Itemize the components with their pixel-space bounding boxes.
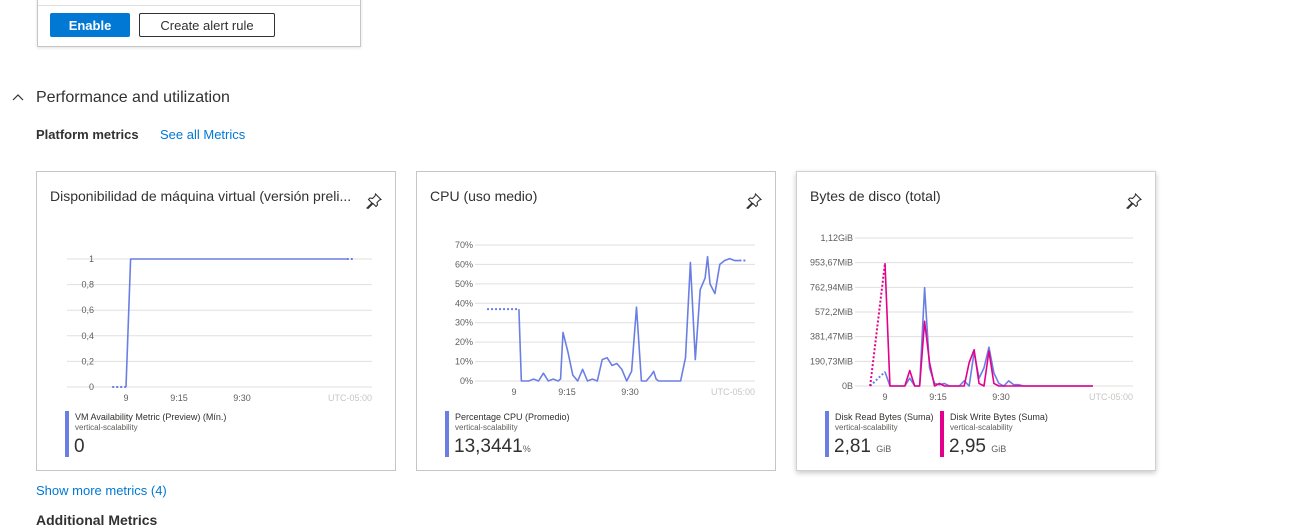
legend-resource: vertical-scalability: [835, 423, 898, 432]
y-tick-label: 20%: [455, 337, 473, 347]
legend-unit: GiB: [991, 444, 1007, 454]
legend-color-bar: [445, 411, 449, 457]
y-tick-label: 0,6: [81, 305, 94, 315]
y-tick-label: 0: [89, 382, 94, 392]
legend-metric-name: Disk Write Bytes (Suma): [950, 412, 1048, 422]
y-tick-label: 1,12GiB: [820, 233, 853, 243]
y-tick-label: 762,94MiB: [810, 282, 853, 292]
show-more-metrics-link[interactable]: Show more metrics (4): [36, 483, 167, 498]
series-line: [518, 255, 740, 382]
additional-metrics-heading: Additional Metrics: [36, 512, 158, 528]
y-tick-label: 0,4: [81, 331, 94, 341]
legend-unit: GiB: [876, 444, 892, 454]
y-tick-label: 40%: [455, 298, 473, 308]
legend-resource: vertical-scalability: [75, 423, 138, 432]
legend-value-number: 2,95: [949, 436, 986, 457]
x-tick-label: 9:30: [621, 387, 639, 397]
legend-color-bar: [825, 411, 829, 457]
legend-resource: vertical-scalability: [950, 423, 1013, 432]
x-tick-label: 9:15: [929, 392, 947, 402]
y-tick-label: 70%: [455, 240, 473, 250]
y-tick-label: 0,2: [81, 356, 94, 366]
security-card: Enable Create alert rule: [37, 0, 361, 47]
section-title: Performance and utilization: [36, 89, 230, 106]
x-tick-label: 9:15: [558, 387, 576, 397]
chevron-up-icon[interactable]: [11, 90, 25, 104]
legend-metric-name: Percentage CPU (Promedio): [455, 412, 570, 422]
y-tick-label: 190,73MiB: [810, 356, 853, 366]
legend-value-number: 13,3441: [454, 436, 523, 457]
x-tick-label: 9:30: [233, 393, 251, 403]
x-tick-label: 9:30: [992, 392, 1010, 402]
timezone-label: UTC-05:00: [328, 393, 372, 403]
legend-summary-value: 2,95 GiB: [949, 436, 1006, 458]
series-gap-line: [869, 262, 886, 387]
timezone-label: UTC-05:00: [711, 387, 755, 397]
legend-value-number: 0: [74, 436, 85, 457]
series-line: [884, 263, 1093, 387]
legend-value-number: 2,81: [834, 436, 871, 457]
chart-card-vm-availability[interactable]: Disponibilidad de máquina virtual (versi…: [36, 171, 396, 471]
legend-summary-value: 13,3441%: [454, 436, 531, 458]
y-tick-label: 0,8: [81, 280, 94, 290]
legend-metric-name: VM Availability Metric (Preview) (Mín.): [75, 412, 227, 422]
x-tick-label: 9: [882, 392, 887, 402]
y-tick-label: 10%: [455, 357, 473, 367]
legend-metric-name: Disk Read Bytes (Suma): [835, 412, 934, 422]
legend-summary-value: 2,81 GiB: [834, 436, 891, 458]
y-tick-label: 953,67MiB: [810, 258, 853, 268]
chart-card-cpu[interactable]: CPU (uso medio) 70% 60% 50% 40% 30% 20% 10% 0% 9…: [416, 171, 776, 471]
y-tick-label: 0%: [460, 376, 473, 386]
platform-metrics-label: Platform metrics: [36, 127, 139, 142]
x-tick-label: 9:15: [170, 393, 188, 403]
chart-card-disk-bytes[interactable]: Bytes de disco (total) 1,12GiB 953,67MiB 7…: [796, 171, 1156, 471]
card-divider: [38, 5, 360, 6]
enable-button[interactable]: Enable: [50, 13, 130, 37]
y-tick-label: 50%: [455, 279, 473, 289]
legend-summary-value: 0: [74, 436, 85, 458]
x-tick-label: 9: [123, 393, 128, 403]
see-all-metrics-link[interactable]: See all Metrics: [160, 127, 245, 142]
y-tick-label: 30%: [455, 318, 473, 328]
series-line: [125, 258, 347, 388]
y-tick-label: 572,2MiB: [815, 307, 853, 317]
legend-unit: %: [522, 444, 531, 454]
legend-color-bar: [940, 411, 944, 457]
y-tick-label: 60%: [455, 259, 473, 269]
timezone-label: UTC-05:00: [1089, 392, 1133, 402]
y-tick-label: 0B: [842, 381, 853, 391]
create-alert-rule-button[interactable]: Create alert rule: [139, 13, 275, 37]
y-tick-label: 1: [89, 254, 94, 264]
x-tick-label: 9: [511, 387, 516, 397]
y-tick-label: 381,47MiB: [810, 332, 853, 342]
legend-resource: vertical-scalability: [455, 423, 518, 432]
legend-color-bar: [65, 411, 69, 457]
